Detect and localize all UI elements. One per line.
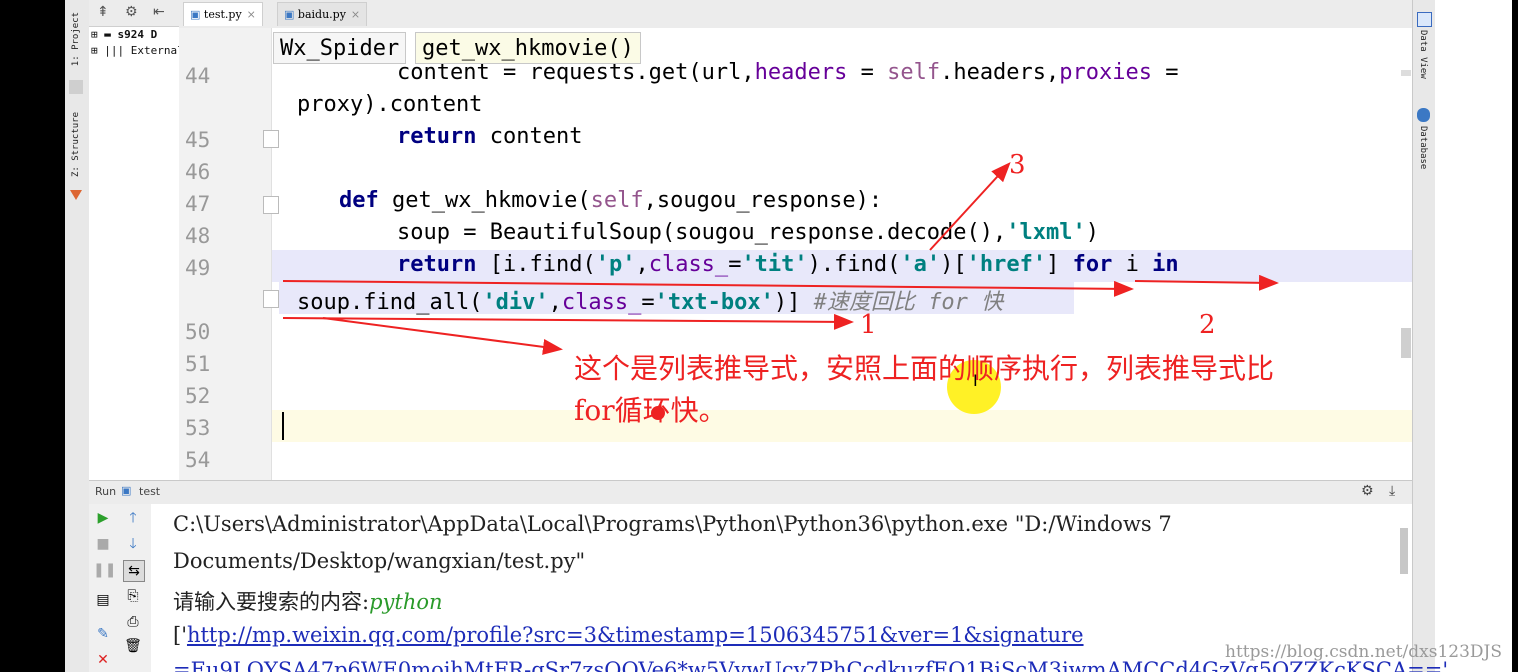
annotation-note-line2: for循环快。: [574, 394, 727, 427]
annotation-label-3: 3: [1009, 150, 1026, 180]
annotation-arrow: [282, 280, 1134, 297]
ide-window: 1: Project Z: Structure ⇞ ⚙ ⇤ ⊞ ▬ s924 D…: [65, 0, 1512, 672]
annotation-note-line1: 这个是列表推导式，安照上面的顺序执行，列表推导式比: [574, 352, 1275, 385]
annotation-arrow: [929, 162, 1011, 251]
annotation-label-2: 2: [1199, 310, 1216, 340]
watermark: https://blog.csdn.net/dxs123DJS: [1225, 642, 1503, 662]
annotation-arrow: [282, 313, 854, 330]
annotation-arrow: [322, 317, 563, 355]
annotation-label-1: 1: [860, 310, 877, 340]
text-cursor-icon: I: [973, 371, 978, 390]
annotation-overlay: [282, 162, 1279, 420]
annotation-arrow: [1134, 274, 1279, 291]
